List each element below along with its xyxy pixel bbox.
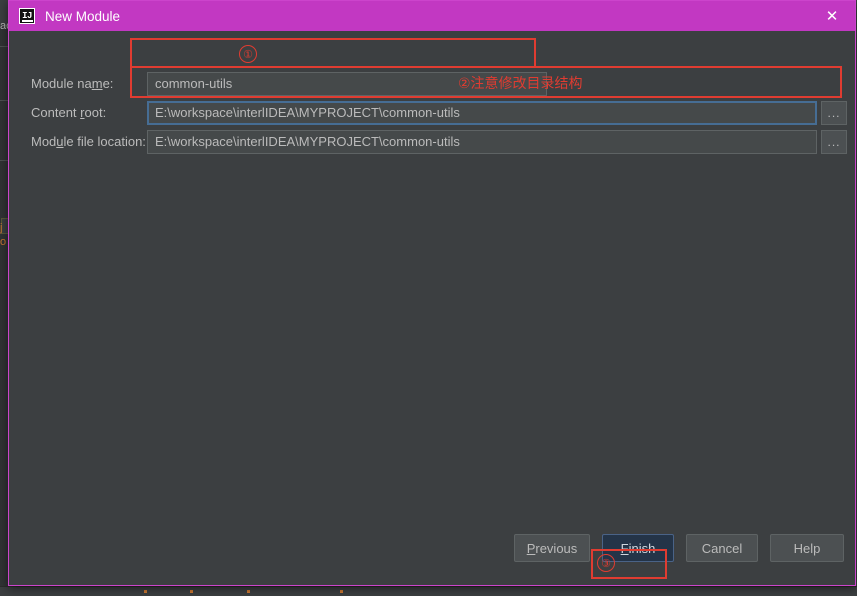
label-text: e: xyxy=(102,76,114,91)
background-marker xyxy=(190,590,193,593)
help-button[interactable]: Help xyxy=(770,534,844,562)
label-mnemonic: u xyxy=(56,134,64,149)
background-marker xyxy=(340,590,343,593)
background-status-bar xyxy=(0,586,857,596)
module-file-location-browse-button[interactable]: ... xyxy=(821,130,847,154)
label-text: Content xyxy=(31,105,81,120)
label-mnemonic: m xyxy=(91,76,103,91)
finish-button[interactable]: Finish xyxy=(602,534,674,562)
dialog-button-bar: Previous Finish Cancel Help xyxy=(9,515,855,585)
button-label: Cancel xyxy=(701,540,743,556)
module-file-location-input[interactable]: E:\workspace\interlIDEA\MYPROJECT\common… xyxy=(147,130,817,154)
button-label: inish xyxy=(628,540,656,556)
module-name-label: Module name: xyxy=(31,72,113,96)
label-text: oot: xyxy=(84,105,107,120)
intellij-idea-icon: IJ xyxy=(19,8,35,24)
screen-root: ac j o IJ New Module ✕ Module name: comm… xyxy=(0,0,857,596)
cancel-button[interactable]: Cancel xyxy=(686,534,758,562)
button-label: Help xyxy=(793,540,821,556)
background-marker xyxy=(144,590,147,593)
intellij-idea-icon-underline xyxy=(21,19,33,22)
content-root-label: Content root: xyxy=(31,101,106,125)
background-marker xyxy=(247,590,250,593)
button-mnemonic: P xyxy=(526,540,536,556)
label-text: le file location: xyxy=(63,134,146,149)
previous-button[interactable]: Previous xyxy=(514,534,590,562)
close-icon[interactable]: ✕ xyxy=(809,1,855,31)
dialog-title-bar: IJ New Module ✕ xyxy=(9,1,855,31)
dialog-form-body: Module name: common-utils Content root: … xyxy=(9,31,855,545)
button-label: revious xyxy=(535,540,578,556)
label-text: Module na xyxy=(31,76,92,91)
module-file-location-label: Module file location: xyxy=(31,130,146,154)
button-mnemonic: F xyxy=(620,540,629,556)
dialog-title: New Module xyxy=(45,8,121,24)
label-text: Mod xyxy=(31,134,57,149)
content-root-browse-button[interactable]: ... xyxy=(821,101,847,125)
content-root-input[interactable]: E:\workspace\interlIDEA\MYPROJECT\common… xyxy=(147,101,817,125)
new-module-dialog: IJ New Module ✕ Module name: common-util… xyxy=(8,0,856,586)
module-name-input[interactable]: common-utils xyxy=(147,72,547,96)
